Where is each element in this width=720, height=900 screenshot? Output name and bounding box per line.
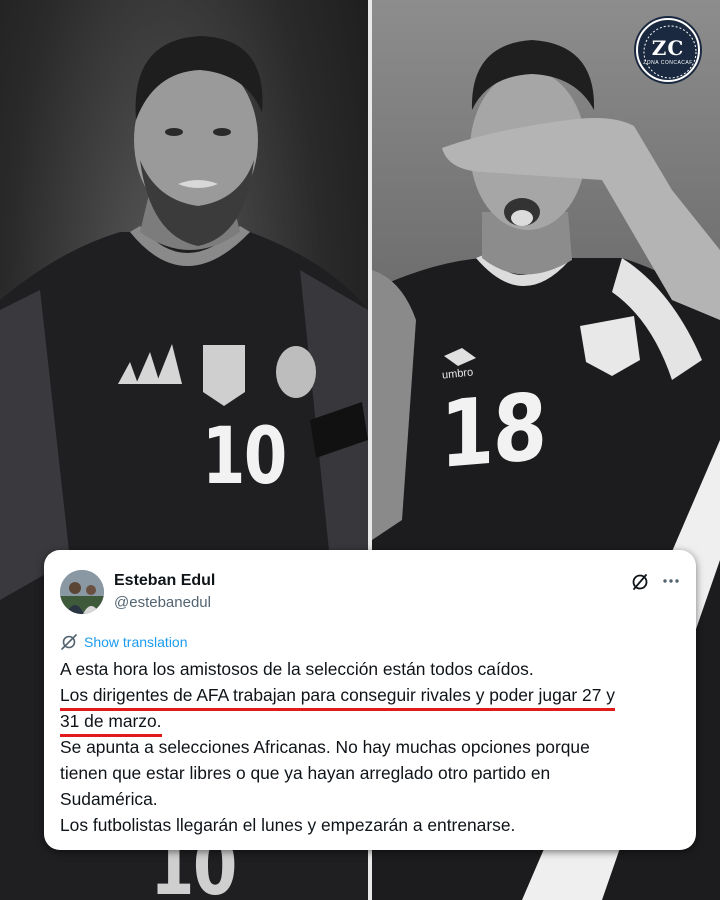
tweet-line: Se apunta a selecciones Africanas. No ha… [60,737,590,757]
tweet-line: Los futbolistas llegarán el lunes y empe… [60,815,516,835]
translate-icon [61,634,77,650]
logo-ring-icon [643,25,697,79]
tweet-line-highlighted: Los dirigentes de AFA trabajan para cons… [60,682,615,711]
more-options-icon[interactable] [660,570,682,592]
tweet-card: Esteban Edul @estebanedul Show translati… [44,550,696,850]
left-jersey-number: 10 [202,412,287,502]
show-translation-button[interactable]: Show translation [60,634,188,650]
tweet-text: A esta hora los amistosos de la selecció… [60,656,682,838]
tweet-line: Sudamérica. [60,789,158,809]
tweet-line: A esta hora los amistosos de la selecció… [60,659,534,679]
author-name[interactable]: Esteban Edul [114,572,215,590]
tweet-line-highlighted: 31 de marzo. [60,708,162,737]
avatar[interactable] [60,570,104,614]
author-handle[interactable]: @estebanedul [114,594,211,611]
grok-icon[interactable] [630,572,650,592]
avatar-image-icon [60,570,104,614]
show-translation-label: Show translation [84,634,188,650]
zona-concacaf-logo: ZC ZONA CONCACAF [636,18,700,82]
right-jersey-number: 18 [440,373,546,489]
tweet-line: tienen que estar libres o que ya hayan a… [60,763,551,783]
